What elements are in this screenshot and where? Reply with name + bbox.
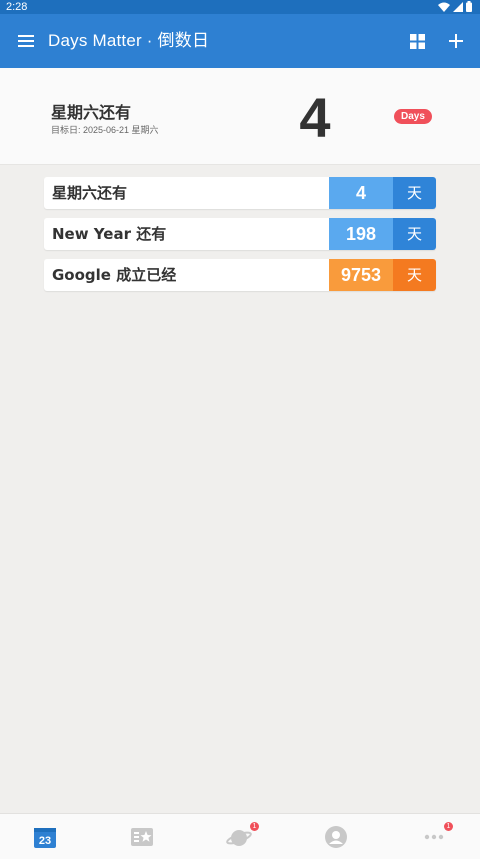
app-bar: Days Matter · 倒数日 [0, 14, 480, 68]
tab-discover[interactable]: 1 [209, 814, 269, 859]
event-count: 4 [329, 177, 393, 209]
discover-notification-badge: 1 [250, 822, 259, 831]
event-unit: 天 [393, 259, 436, 291]
event-row[interactable]: Google 成立已经 9753 天 [44, 259, 436, 291]
tab-days[interactable]: 23 [15, 814, 75, 859]
event-count: 9753 [329, 259, 393, 291]
calendar-icon: 23 [34, 828, 56, 848]
wifi-icon [438, 2, 450, 12]
featured-event-card[interactable]: 星期六还有 目标日: 2025-06-21 星期六 4 Days [0, 68, 480, 165]
featured-event-count: 4 [299, 86, 331, 149]
featured-event-title: 星期六还有 [51, 103, 132, 122]
plus-icon [449, 34, 463, 48]
planet-icon [226, 830, 252, 846]
app-title: Days Matter · 倒数日 [48, 31, 210, 50]
status-time: 2:28 [6, 1, 28, 13]
event-name: Google 成立已经 [52, 266, 177, 284]
tab-profile[interactable] [306, 814, 366, 859]
avatar-icon [325, 826, 347, 848]
event-name: 星期六还有 [52, 184, 128, 202]
add-event-button[interactable] [443, 28, 469, 54]
event-row[interactable]: 星期六还有 4 天 [44, 177, 436, 209]
star-card-icon [131, 828, 153, 846]
event-row[interactable]: New Year 还有 198 天 [44, 218, 436, 250]
featured-event-target-date: 目标日: 2025-06-21 星期六 [51, 125, 159, 135]
status-icons [438, 1, 472, 12]
hamburger-icon [18, 35, 34, 47]
more-notification-badge: 1 [444, 822, 453, 831]
event-unit: 天 [393, 177, 436, 209]
event-unit: 天 [393, 218, 436, 250]
event-name: New Year 还有 [52, 225, 167, 243]
status-bar: 2:28 [0, 0, 480, 14]
battery-icon [466, 1, 472, 12]
event-count: 198 [329, 218, 393, 250]
grid-icon [409, 33, 425, 49]
tab-more[interactable]: 1 [404, 814, 464, 859]
days-badge: Days [394, 109, 432, 124]
signal-icon [453, 1, 463, 12]
grid-view-button[interactable] [404, 28, 430, 54]
calendar-day-number: 23 [39, 835, 51, 847]
menu-button[interactable] [12, 27, 40, 55]
tab-featured[interactable] [112, 814, 172, 859]
event-list: 星期六还有 4 天 New Year 还有 198 天 Google 成立已经 … [44, 177, 436, 300]
more-icon [424, 834, 444, 840]
bottom-nav: 23 1 1 [0, 813, 480, 859]
